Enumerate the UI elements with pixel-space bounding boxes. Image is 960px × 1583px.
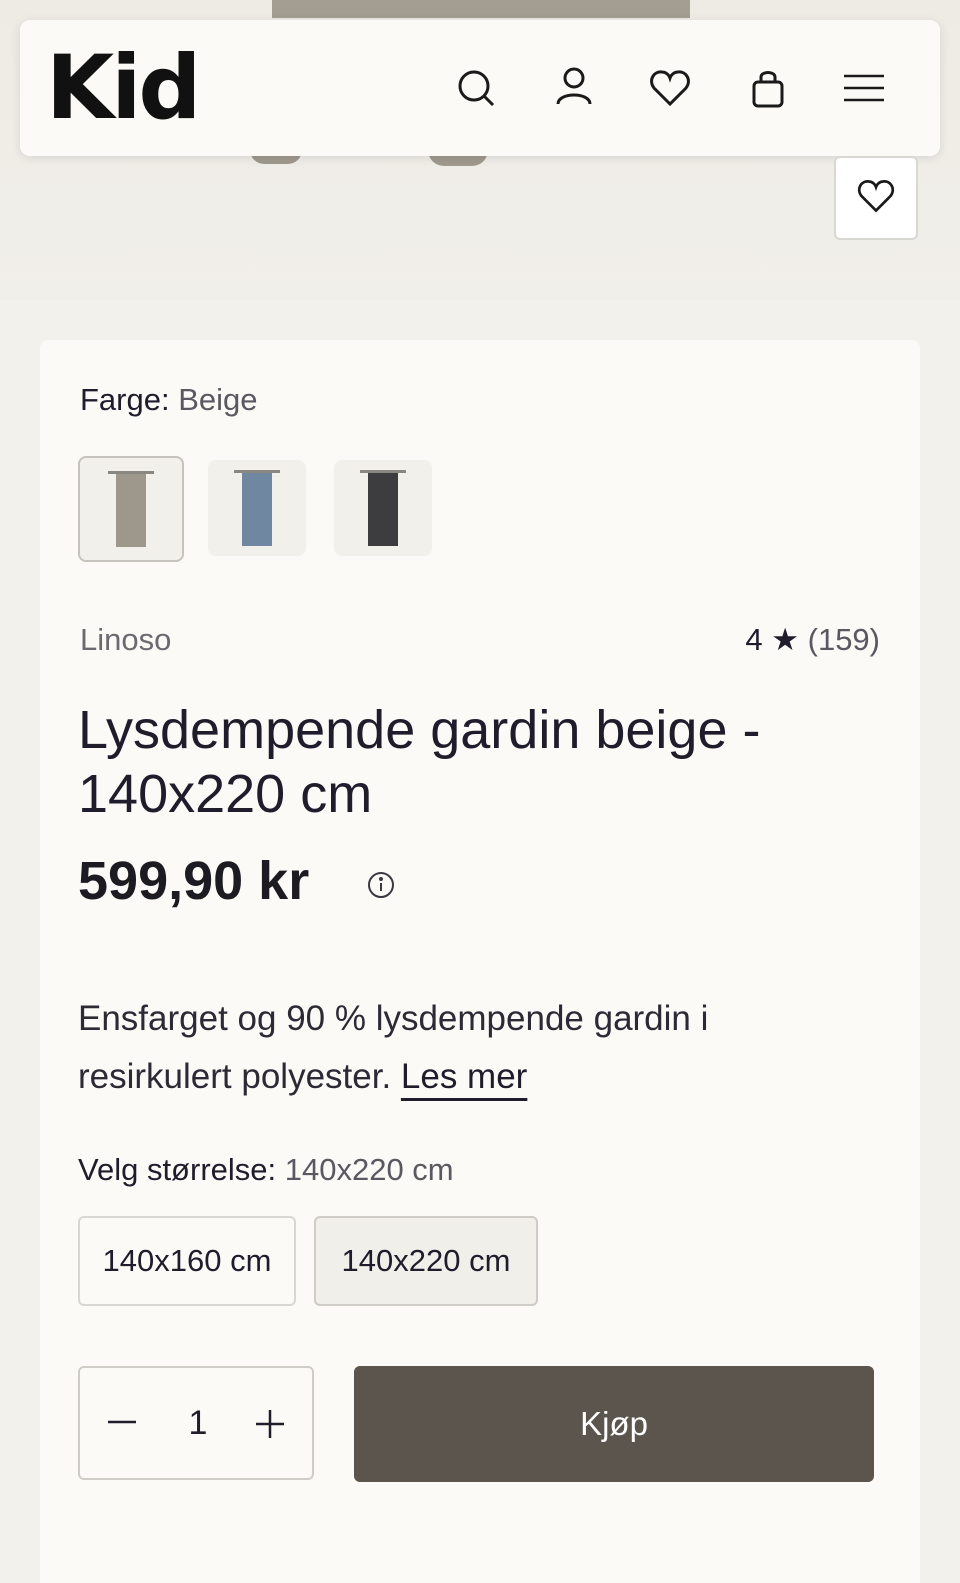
product-info-card: Farge: Beige Linoso 4 ★ (159) Lysdempend…	[40, 340, 920, 1583]
heart-icon	[856, 176, 896, 221]
quantity-stepper: 1	[78, 1366, 314, 1480]
site-header: Kid	[20, 20, 940, 156]
star-icon: ★	[771, 622, 799, 657]
curtain-thumbnail	[116, 474, 146, 547]
color-swatch-grey[interactable]	[334, 460, 432, 556]
color-swatch-beige[interactable]	[78, 456, 184, 562]
size-option-140x220[interactable]: 140x220 cm	[314, 1216, 538, 1306]
curtain-thumbnail	[368, 473, 398, 546]
product-price: 599,90 kr	[78, 851, 310, 911]
brand-name[interactable]: Linoso	[80, 622, 171, 658]
selected-color: Beige	[178, 382, 258, 417]
user-icon[interactable]	[552, 66, 596, 110]
search-icon[interactable]	[454, 66, 498, 110]
product-rating[interactable]: 4 ★ (159)	[745, 622, 880, 658]
bag-icon[interactable]	[746, 66, 790, 110]
menu-icon[interactable]	[842, 66, 886, 110]
heart-icon[interactable]	[648, 66, 692, 110]
size-option-140x160[interactable]: 140x160 cm	[78, 1216, 296, 1306]
color-swatch-blue[interactable]	[208, 460, 306, 556]
size-label: Velg størrelse: 140x220 cm	[78, 1152, 454, 1187]
add-to-wishlist-button[interactable]	[834, 156, 918, 240]
info-icon[interactable]	[366, 870, 396, 900]
read-more-link[interactable]: Les mer	[401, 1057, 527, 1096]
product-description: Ensfarget og 90 % lysdempende gardin i r…	[78, 999, 709, 1096]
color-label: Farge: Beige	[80, 382, 258, 417]
product-title: Lysdempende gardin beige - 140x220 cm	[78, 700, 761, 824]
kid-logo[interactable]: Kid	[46, 38, 201, 138]
selected-size: 140x220 cm	[284, 1152, 454, 1187]
plus-icon[interactable]	[248, 1400, 292, 1444]
review-count: (159)	[807, 622, 880, 657]
buy-button[interactable]: Kjøp	[354, 1366, 874, 1482]
product-image-curtain	[272, 0, 690, 18]
curtain-thumbnail	[242, 473, 272, 546]
